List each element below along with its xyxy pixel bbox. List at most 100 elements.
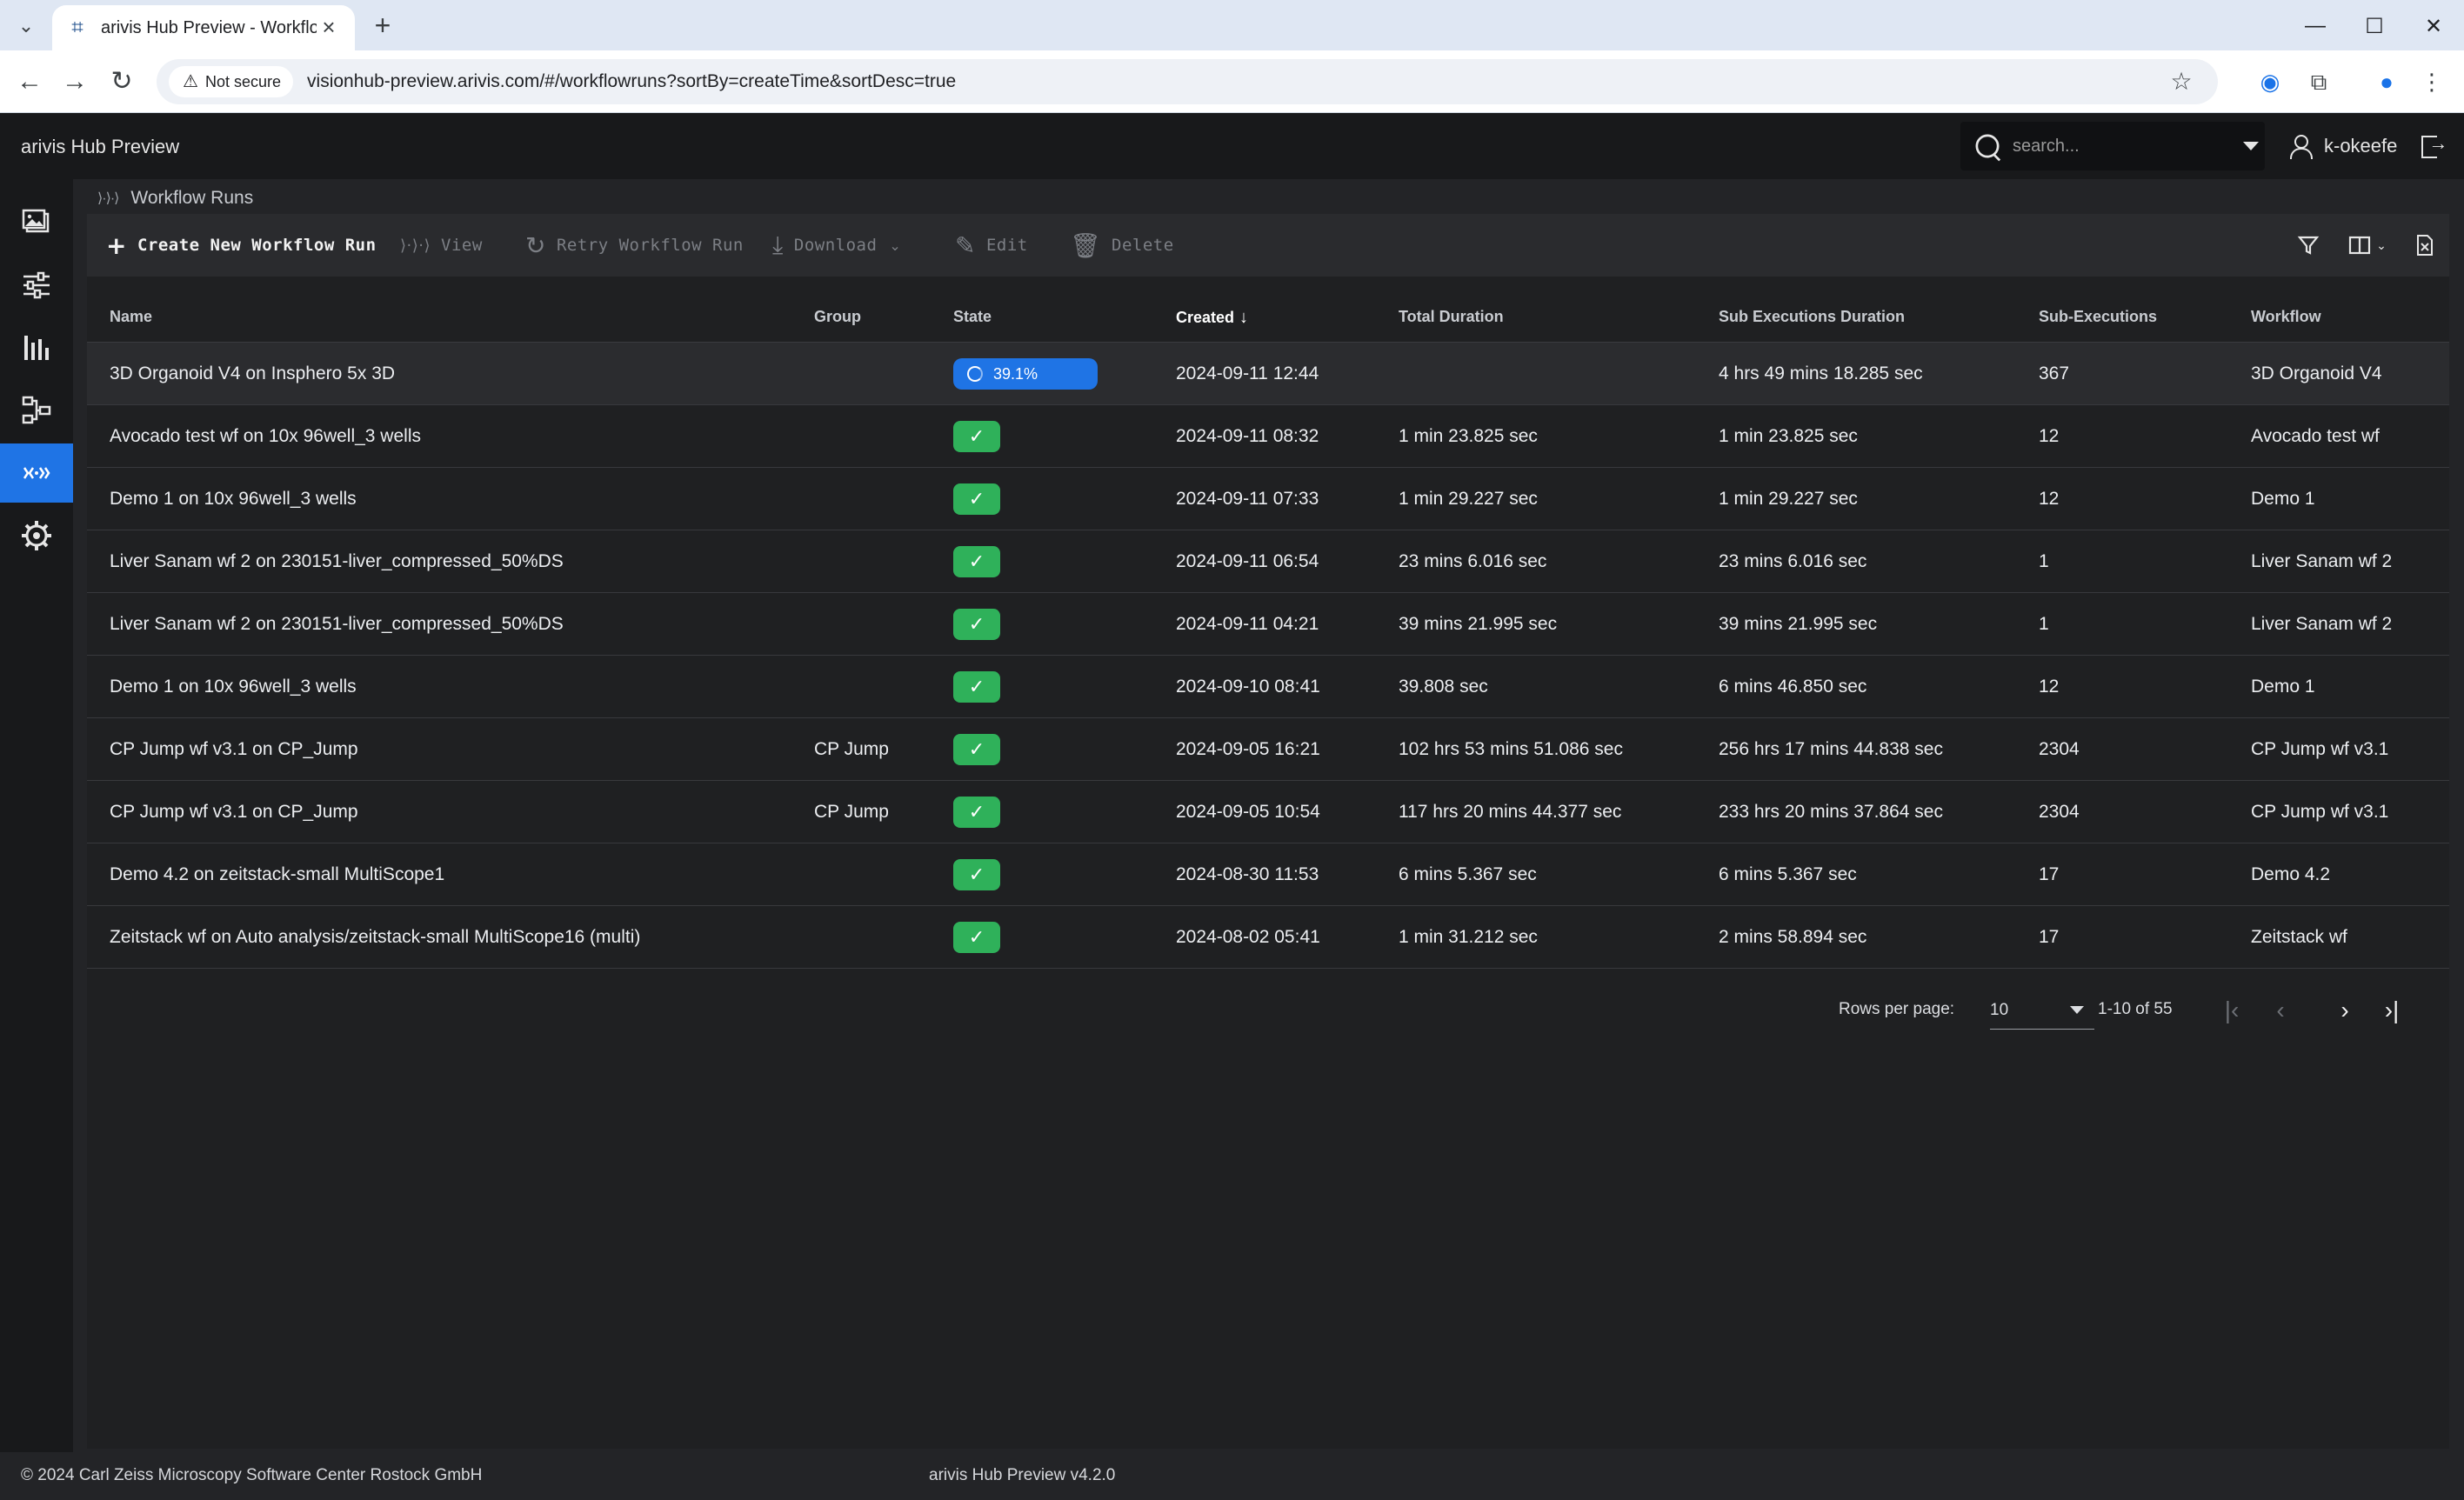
table-row[interactable]: CP Jump wf v3.1 on CP_Jump CP Jump 2024-09… bbox=[87, 718, 2449, 781]
sidebar-item-workflows[interactable] bbox=[0, 381, 73, 440]
cell-total-duration: 39.808 sec bbox=[1399, 677, 1488, 697]
cell-total-duration: 1 min 23.825 sec bbox=[1399, 426, 1538, 446]
search-input[interactable] bbox=[2013, 136, 2243, 157]
cell-created: 2024-09-11 08:32 bbox=[1176, 426, 1319, 446]
cell-name: Demo 1 on 10x 96well_3 wells bbox=[110, 677, 357, 697]
reload-button[interactable]: ↻ bbox=[104, 64, 139, 99]
logout-icon[interactable] bbox=[2420, 132, 2447, 158]
cell-workflow: 3D Organoid V4 bbox=[2251, 363, 2382, 383]
col-header-name[interactable]: Name bbox=[110, 308, 152, 326]
table-row[interactable]: Avocado test wf on 10x 96well_3 wells 202… bbox=[87, 405, 2449, 468]
state-success-badge: ✓ bbox=[953, 483, 1000, 515]
create-workflow-run-button[interactable]: + Create New Workflow Run bbox=[106, 226, 377, 264]
cell-created: 2024-08-02 05:41 bbox=[1176, 927, 1320, 947]
browser-address-bar: ← → ↻ ⚠ Not secure visionhub-preview.ari… bbox=[0, 50, 2464, 113]
col-header-state[interactable]: State bbox=[953, 308, 992, 326]
last-page-icon: ›| bbox=[2384, 997, 2400, 1023]
previous-page-button[interactable]: ‹ bbox=[2263, 993, 2298, 1028]
table-row[interactable]: 3D Organoid V4 on Insphero 5x 3D 2024-09-… bbox=[87, 343, 2449, 405]
download-button[interactable]: ⤓ Download ⌄ bbox=[772, 226, 901, 264]
table-row[interactable]: Zeitstack wf on Auto analysis/zeitstack-… bbox=[87, 906, 2449, 969]
sidebar-item-workflow-runs[interactable] bbox=[0, 443, 73, 503]
sidebar bbox=[0, 179, 73, 1452]
col-header-sub-executions[interactable]: Sub-Executions bbox=[2039, 308, 2157, 326]
checkmark-icon: ✓ bbox=[968, 738, 985, 760]
profile-avatar-icon[interactable]: ● bbox=[2369, 64, 2404, 99]
table-row[interactable]: Liver Sanam wf 2 on 230151-liver_compres… bbox=[87, 530, 2449, 593]
window-close-button[interactable]: ✕ bbox=[2407, 9, 2460, 43]
delete-button[interactable]: 🗑 Delete bbox=[1070, 226, 1174, 264]
table-row[interactable]: Liver Sanam wf 2 on 230151-liver_compres… bbox=[87, 593, 2449, 656]
retry-icon: ↻ bbox=[525, 230, 546, 260]
images-icon bbox=[22, 209, 50, 233]
state-success-badge: ✓ bbox=[953, 734, 1000, 765]
cell-sub-executions-duration: 39 mins 21.995 sec bbox=[1719, 614, 1878, 634]
cell-name: Liver Sanam wf 2 on 230151-liver_compres… bbox=[110, 614, 564, 634]
version: arivis Hub Preview v4.2.0 bbox=[929, 1466, 1116, 1484]
table-row[interactable]: CP Jump wf v3.1 on CP_Jump CP Jump 2024-09… bbox=[87, 781, 2449, 843]
search-dropdown-icon[interactable] bbox=[2243, 142, 2259, 150]
cell-created: 2024-09-11 04:21 bbox=[1176, 614, 1319, 634]
cell-total-duration: 117 hrs 20 mins 44.377 sec bbox=[1399, 802, 1622, 822]
url-text: visionhub-preview.arivis.com/#/workflowr… bbox=[307, 71, 957, 91]
browser-menu-icon[interactable]: ⋮ bbox=[2414, 64, 2449, 99]
forward-button[interactable]: → bbox=[57, 64, 92, 99]
view-button[interactable]: ⟩·⟩·⟩ View bbox=[400, 226, 483, 264]
cell-sub-executions-duration: 233 hrs 20 mins 37.864 sec bbox=[1719, 802, 1943, 822]
cell-sub-executions-duration: 6 mins 46.850 sec bbox=[1719, 677, 1867, 697]
edit-button[interactable]: ✎ Edit bbox=[955, 226, 1028, 264]
chevron-left-icon: ‹ bbox=[2276, 997, 2285, 1023]
cell-created: 2024-08-30 11:53 bbox=[1176, 864, 1319, 884]
new-tab-button[interactable]: + bbox=[365, 10, 400, 42]
last-page-button[interactable]: ›| bbox=[2374, 993, 2409, 1028]
cell-sub-executions: 17 bbox=[2039, 927, 2060, 947]
breadcrumb-current: Workflow Runs bbox=[130, 188, 254, 208]
extension-icon[interactable]: ◉ bbox=[2253, 64, 2287, 99]
url-bar[interactable]: ⚠ Not secure visionhub-preview.arivis.co… bbox=[157, 59, 2218, 104]
cell-workflow: CP Jump wf v3.1 bbox=[2251, 739, 2389, 759]
next-page-button[interactable]: › bbox=[2327, 993, 2362, 1028]
col-header-total-duration[interactable]: Total Duration bbox=[1399, 308, 1504, 326]
col-header-sub-executions-duration[interactable]: Sub Executions Duration bbox=[1719, 308, 1905, 326]
download-label: Download bbox=[793, 236, 878, 255]
tab-close-icon[interactable]: × bbox=[317, 16, 341, 40]
sidebar-item-settings[interactable] bbox=[0, 506, 73, 565]
table-header: Name Group State Created ↓ Total Duration… bbox=[87, 290, 2449, 343]
checkmark-icon: ✓ bbox=[968, 613, 985, 635]
export-excel-button[interactable] bbox=[2409, 230, 2441, 261]
browser-tab[interactable]: ⌗ arivis Hub Preview - Workflow R × bbox=[52, 5, 355, 50]
state-success-badge: ✓ bbox=[953, 671, 1000, 703]
col-header-workflow[interactable]: Workflow bbox=[2251, 308, 2321, 326]
table-row[interactable]: Demo 1 on 10x 96well_3 wells 2024-09-10 0… bbox=[87, 656, 2449, 718]
pagination: Rows per page: 10 1-10 of 55 |‹ ‹ › ›| bbox=[87, 983, 2449, 1035]
back-button[interactable]: ← bbox=[12, 64, 47, 99]
caret-down-icon bbox=[2070, 1006, 2084, 1014]
columns-button[interactable]: ⌄ bbox=[2341, 230, 2394, 261]
cell-name: 3D Organoid V4 on Insphero 5x 3D bbox=[110, 363, 396, 383]
rows-per-page-select[interactable]: 10 bbox=[1990, 991, 2094, 1030]
cell-workflow: CP Jump wf v3.1 bbox=[2251, 802, 2389, 822]
table-row[interactable]: Demo 1 on 10x 96well_3 wells 2024-09-11 0… bbox=[87, 468, 2449, 530]
global-search[interactable] bbox=[1960, 122, 2265, 170]
extensions-puzzle-icon[interactable]: ⧉ bbox=[2301, 64, 2336, 99]
edit-label: Edit bbox=[985, 236, 1028, 255]
col-header-group[interactable]: Group bbox=[814, 308, 861, 326]
col-header-created[interactable]: Created ↓ bbox=[1176, 308, 1248, 328]
state-success-badge: ✓ bbox=[953, 859, 1000, 890]
tab-search-button[interactable]: ⌄ bbox=[9, 10, 43, 42]
user-menu[interactable]: k-okeefe bbox=[2289, 129, 2447, 163]
sidebar-item-images[interactable] bbox=[0, 193, 73, 252]
first-page-button[interactable]: |‹ bbox=[2214, 993, 2249, 1028]
cell-total-duration: 102 hrs 53 mins 51.086 sec bbox=[1399, 739, 1623, 759]
retry-workflow-run-button[interactable]: ↻ Retry Workflow Run bbox=[525, 226, 744, 264]
security-chip[interactable]: ⚠ Not secure bbox=[169, 66, 294, 97]
filter-button[interactable] bbox=[2293, 230, 2324, 261]
sidebar-item-analytics[interactable] bbox=[0, 318, 73, 377]
cell-sub-executions: 2304 bbox=[2039, 739, 2080, 759]
maximize-button[interactable]: ☐ bbox=[2348, 9, 2401, 43]
sidebar-item-settings-sliders[interactable] bbox=[0, 256, 73, 315]
bookmark-star-icon[interactable]: ☆ bbox=[2166, 66, 2197, 97]
table-row[interactable]: Demo 4.2 on zeitstack-small MultiScope1 2… bbox=[87, 843, 2449, 906]
security-label: Not secure bbox=[205, 72, 282, 90]
minimize-button[interactable]: — bbox=[2289, 9, 2341, 43]
